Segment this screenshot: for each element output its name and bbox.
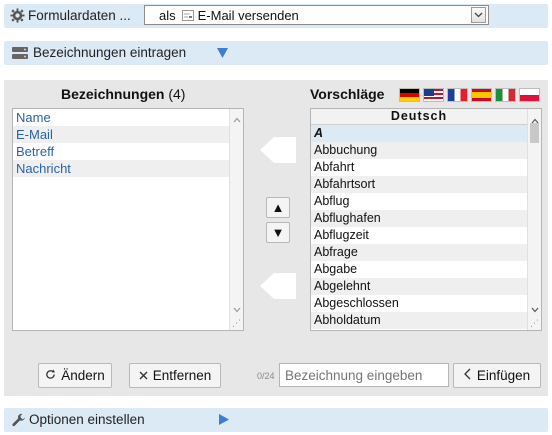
labels-list-item[interactable]: Name [13,109,229,126]
labels-heading-text: Bezeichnungen [61,86,165,102]
scroll-down-icon[interactable] [233,301,241,316]
suggestion-list-item[interactable]: Abgeschlossen [311,295,527,312]
suggestion-group-letter[interactable]: A [311,125,527,142]
usa-uk-flag-icon[interactable] [423,87,444,102]
select-prefix: als [159,7,176,23]
labels-count: (4) [168,86,186,102]
refresh-icon [45,368,56,383]
char-counter: 0/24 [257,371,275,381]
section-title-labels: Bezeichnungen eintragen [33,45,187,60]
send-mode-select[interactable]: als E-Mail versenden [144,5,489,25]
section-header-options[interactable]: Optionen einstellen [4,408,548,432]
chevron-down-icon[interactable] [471,7,486,23]
labels-heading: Bezeichnungen (4) [61,86,185,102]
suggestion-list-item[interactable]: Abfahrtsort [311,176,527,193]
italian-flag-icon[interactable] [495,87,516,102]
email-form-icon [181,9,194,21]
move-up-button[interactable]: ▲ [266,197,290,218]
suggestions-list-items: A Abbuchung Abfahrt Abfahrtsort Abflug Abflug… [311,125,527,329]
language-flags [396,86,540,102]
scroll-down-icon[interactable] [531,301,539,316]
triangle-down-icon [217,48,228,58]
spanish-flag-icon[interactable] [471,87,492,102]
section-header-labels[interactable]: Bezeichnungen eintragen [4,41,548,65]
insert-arrow-icon [260,137,296,166]
scroll-up-icon[interactable] [233,111,241,126]
labels-list-item[interactable]: Nachricht [13,160,229,177]
insert-arrow-icon [260,273,296,302]
labels-list-items: Name E-Mail Betreff Nachricht [13,109,229,177]
suggestions-list[interactable]: Deutsch A Abbuchung Abfahrt Abfahrtsort Abfl… [310,108,542,331]
french-flag-icon[interactable] [447,87,468,102]
chevron-left-icon [463,368,471,383]
move-down-button[interactable]: ▼ [266,222,290,243]
label-input[interactable] [279,363,449,387]
suggestions-scrollbar[interactable] [527,109,541,330]
server-icon [12,47,28,59]
remove-button-label: Entfernen [152,368,212,383]
suggestions-heading: Vorschläge [310,86,385,102]
suggestion-list-item[interactable]: Abgelehnt [311,278,527,295]
labels-list[interactable]: Name E-Mail Betreff Nachricht ⋰ [12,108,244,331]
suggestion-list-item[interactable]: Abfahrt [311,159,527,176]
triangle-right-icon [219,414,229,425]
suggestion-list-item[interactable]: Abfrage [311,244,527,261]
suggestion-list-item[interactable]: Abholdatum [311,312,527,329]
suggestion-list-item[interactable]: Abflugzeit [311,227,527,244]
resize-grip-icon[interactable]: ⋰ [530,318,539,329]
suggestion-list-item[interactable]: Abflughafen [311,210,527,227]
form-data-bar: Formulardaten ... als E-Mail versenden [4,4,548,28]
wrench-icon [12,413,26,427]
section-title-options: Optionen einstellen [29,412,145,427]
labels-list-item[interactable]: E-Mail [13,126,229,143]
form-data-title: Formulardaten ... [28,8,131,23]
close-icon [139,368,148,383]
suggestion-list-item[interactable]: Abbuchung [311,142,527,159]
insert-button-label: Einfügen [476,368,531,383]
labels-list-item[interactable]: Betreff [13,143,229,160]
gear-icon [10,8,25,23]
polish-flag-icon[interactable] [519,87,540,102]
change-button[interactable]: Ändern [38,363,112,388]
change-button-label: Ändern [61,368,105,383]
suggestion-list-item[interactable]: Abflug [311,193,527,210]
scroll-thumb[interactable] [530,123,539,143]
insert-button[interactable]: Einfügen [453,363,541,388]
suggestion-list-item[interactable]: Abgabe [311,261,527,278]
resize-grip-icon[interactable]: ⋰ [232,318,241,329]
select-value: E-Mail versenden [197,7,299,23]
suggestions-column-header: Deutsch [311,109,527,125]
labels-panel: Bezeichnungen (4) Name E-Mail Betreff Nachr… [4,80,548,396]
remove-button[interactable]: Entfernen [129,363,221,388]
labels-list-scrollbar[interactable] [229,109,243,330]
german-flag-icon[interactable] [399,87,420,102]
